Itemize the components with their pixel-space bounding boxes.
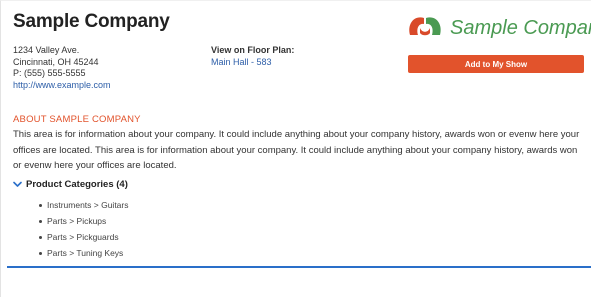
category-item: Instruments > Guitars <box>39 197 129 213</box>
chevron-down-icon <box>13 181 22 187</box>
website-link[interactable]: http://www.example.com <box>13 80 111 90</box>
category-item: Parts > Pickups <box>39 213 129 229</box>
address-line-2: Cincinnati, OH 45244 <box>13 56 99 67</box>
address-line-1: 1234 Valley Ave. <box>13 45 80 55</box>
about-description: This area is for information about your … <box>13 129 580 171</box>
floor-plan-label: View on Floor Plan: <box>211 45 295 55</box>
phone-number: P: (555) 555-5555 <box>13 68 86 78</box>
product-categories-toggle[interactable]: Product Categories (4) <box>13 179 128 190</box>
floor-plan-info: View on Floor Plan: Main Hall - 583 <box>211 45 294 68</box>
company-logo: Sample Company <box>406 14 591 42</box>
add-to-my-show-button[interactable]: Add to My Show <box>408 55 584 73</box>
product-category-list: Instruments > Guitars Parts > Pickups Pa… <box>39 197 129 261</box>
about-heading: ABOUT SAMPLE COMPANY <box>13 114 141 125</box>
exhibitor-profile: Sample Company 1234 Valley Ave. Cincinna… <box>0 0 591 297</box>
company-name: Sample Company <box>13 11 170 32</box>
logo-mark-icon <box>409 17 441 36</box>
floor-plan-location-link[interactable]: Main Hall - 583 <box>211 57 272 67</box>
company-address: 1234 Valley Ave. Cincinnati, OH 45244 P:… <box>13 45 111 91</box>
section-divider <box>7 266 591 268</box>
category-item: Parts > Tuning Keys <box>39 245 129 261</box>
logo-text: Sample Company <box>450 16 591 39</box>
category-item: Parts > Pickguards <box>39 229 129 245</box>
product-categories-title: Product Categories (4) <box>26 179 128 190</box>
